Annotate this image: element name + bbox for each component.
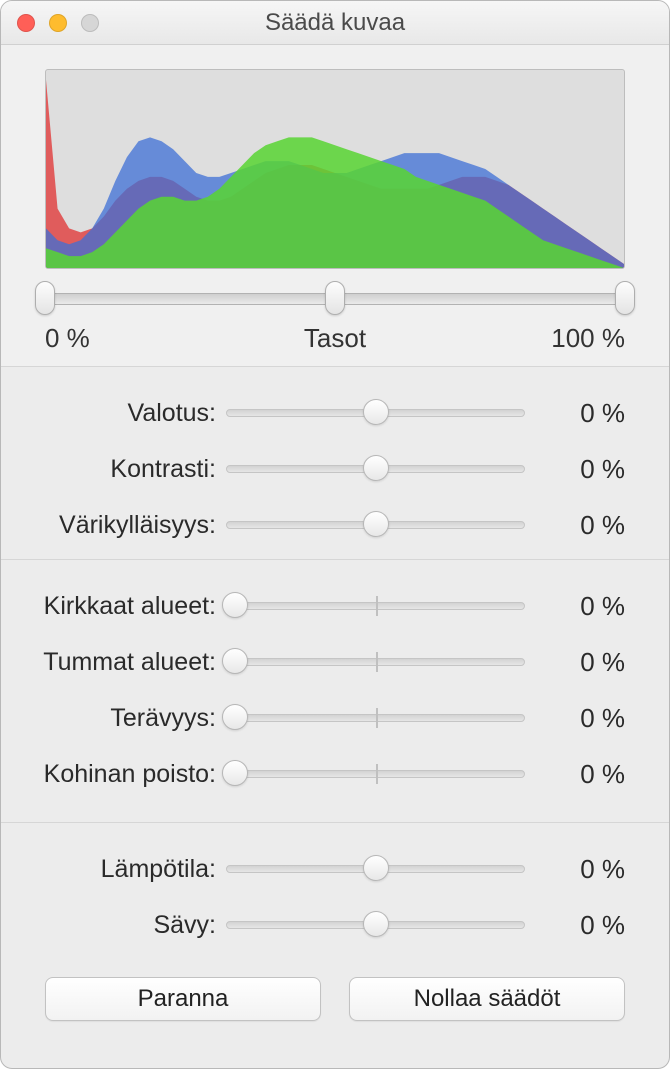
slider-label-tummat: Tummat alueet: (21, 648, 226, 677)
slider-row-teravyys: Terävyys: 0 % (21, 690, 625, 746)
slider-label-kontrasti: Kontrasti: (21, 455, 226, 484)
slider-label-valotus: Valotus: (21, 399, 226, 428)
slider-thumb[interactable] (363, 399, 389, 425)
zoom-window-button[interactable] (81, 14, 99, 32)
slider-tummat[interactable] (226, 646, 525, 678)
group-exposure: Valotus: 0 % Kontrasti: 0 % Värikylläisyys: 0… (1, 367, 669, 560)
slider-value-lampotila: 0 % (525, 854, 625, 885)
slider-label-savy: Sävy: (21, 911, 226, 940)
slider-midmark (376, 596, 378, 616)
slider-valotus[interactable] (226, 397, 525, 429)
slider-value-tummat: 0 % (525, 647, 625, 678)
slider-label-lampotila: Lämpötila: (21, 855, 226, 884)
slider-value-kirkkaat: 0 % (525, 591, 625, 622)
slider-thumb[interactable] (363, 511, 389, 537)
slider-label-teravyys: Terävyys: (21, 704, 226, 733)
slider-value-teravyys: 0 % (525, 703, 625, 734)
slider-label-varikyll: Värikylläisyys: (21, 511, 226, 540)
slider-thumb[interactable] (222, 648, 248, 674)
slider-label-kohina: Kohinan poisto: (21, 760, 226, 789)
slider-thumb[interactable] (222, 760, 248, 786)
slider-value-kohina: 0 % (525, 759, 625, 790)
titlebar: Säädä kuvaa (1, 1, 669, 45)
window-controls (17, 14, 99, 32)
reset-button[interactable]: Nollaa säädöt (349, 977, 625, 1021)
slider-row-kohina: Kohinan poisto: 0 % (21, 746, 625, 802)
slider-row-kontrasti: Kontrasti: 0 % (21, 441, 625, 497)
levels-white-handle[interactable] (615, 281, 635, 315)
group-detail: Kirkkaat alueet:0 %Tummat alueet:0 %Terä… (1, 560, 669, 823)
slider-thumb[interactable] (363, 455, 389, 481)
slider-lampotila[interactable] (226, 853, 525, 885)
adjust-image-window: Säädä kuvaa 0 % Tasot 100 % Valotus:0 %K… (0, 0, 670, 1069)
slider-thumb[interactable] (363, 911, 389, 937)
levels-center-label: Tasot (304, 323, 366, 354)
slider-row-valotus: Valotus: 0 % (21, 385, 625, 441)
slider-row-kirkkaat: Kirkkaat alueet: 0 % (21, 578, 625, 634)
slider-midmark (376, 652, 378, 672)
levels-mid-handle[interactable] (325, 281, 345, 315)
slider-kirkkaat[interactable] (226, 590, 525, 622)
slider-kontrasti[interactable] (226, 453, 525, 485)
enhance-button-label: Paranna (138, 985, 229, 1013)
minimize-window-button[interactable] (49, 14, 67, 32)
slider-row-savy: Sävy: 0 % (21, 897, 625, 953)
levels-slider[interactable] (45, 285, 625, 315)
content: 0 % Tasot 100 % Valotus: 0 % Kontrasti: 0 %… (1, 45, 669, 1068)
slider-row-tummat: Tummat alueet: 0 % (21, 634, 625, 690)
enhance-button[interactable]: Paranna (45, 977, 321, 1021)
levels-black-handle[interactable] (35, 281, 55, 315)
slider-midmark (376, 708, 378, 728)
slider-value-kontrasti: 0 % (525, 454, 625, 485)
slider-midmark (376, 764, 378, 784)
window-title: Säädä kuvaa (1, 9, 669, 37)
button-row: Paranna Nollaa säädöt (1, 959, 669, 1049)
slider-thumb[interactable] (363, 855, 389, 881)
slider-label-kirkkaat: Kirkkaat alueet: (21, 592, 226, 621)
slider-varikyll[interactable] (226, 509, 525, 541)
slider-savy[interactable] (226, 909, 525, 941)
levels-right-label: 100 % (551, 323, 625, 354)
slider-value-savy: 0 % (525, 910, 625, 941)
slider-thumb[interactable] (222, 704, 248, 730)
group-temp: Lämpötila: 0 % Sävy: 0 % (1, 823, 669, 959)
slider-row-lampotila: Lämpötila: 0 % (21, 841, 625, 897)
reset-button-label: Nollaa säädöt (414, 985, 561, 1013)
slider-value-varikyll: 0 % (525, 510, 625, 541)
levels-left-label: 0 % (45, 323, 90, 354)
rgb-histogram (45, 69, 625, 269)
histogram-section: 0 % Tasot 100 % (1, 45, 669, 367)
slider-kohina[interactable] (226, 758, 525, 790)
slider-thumb[interactable] (222, 592, 248, 618)
close-window-button[interactable] (17, 14, 35, 32)
slider-teravyys[interactable] (226, 702, 525, 734)
slider-row-varikyll: Värikylläisyys: 0 % (21, 497, 625, 553)
slider-value-valotus: 0 % (525, 398, 625, 429)
levels-labels: 0 % Tasot 100 % (45, 323, 625, 354)
